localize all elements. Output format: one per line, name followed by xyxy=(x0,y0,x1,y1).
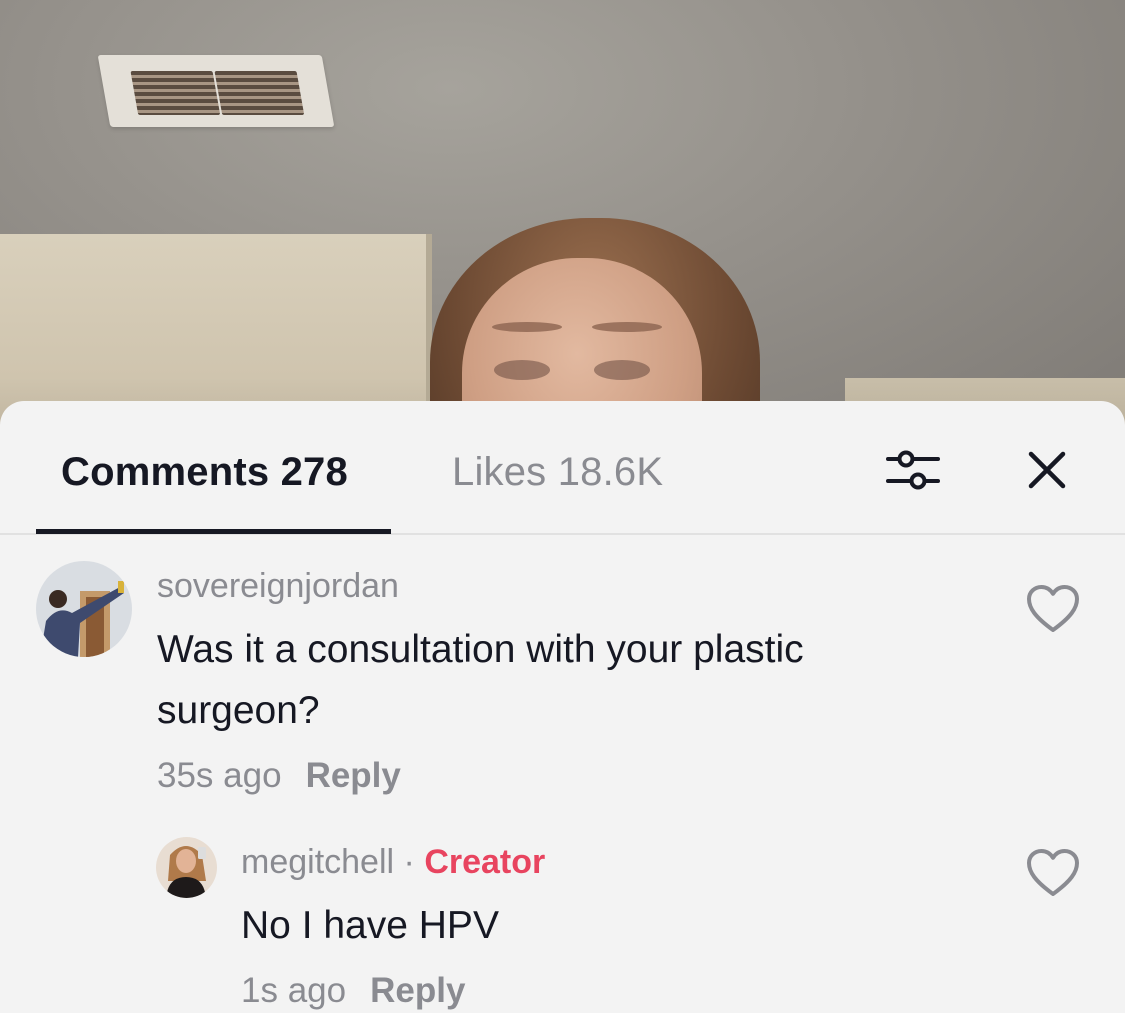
reply-text: No I have HPV xyxy=(241,904,499,947)
comment-username[interactable]: sovereignjordan xyxy=(157,567,399,606)
reply-timestamp: 1s ago xyxy=(241,971,347,1010)
tab-comments[interactable]: Comments 278 xyxy=(61,450,348,495)
like-button[interactable] xyxy=(1025,583,1081,635)
reply-button[interactable]: Reply xyxy=(306,756,401,795)
heart-outline-icon xyxy=(1027,585,1079,632)
sheet-header: Comments 278 Likes 18.6K xyxy=(0,401,1125,535)
reply-username-line: megitchell · Creator xyxy=(241,843,545,882)
video-background xyxy=(0,0,1125,440)
reply-button[interactable]: Reply xyxy=(370,971,465,1010)
avatar-image xyxy=(156,837,217,898)
close-button[interactable] xyxy=(1022,445,1072,495)
creator-badge: Creator xyxy=(424,843,546,881)
eye-left xyxy=(494,360,550,380)
like-button[interactable] xyxy=(1025,847,1081,899)
ceiling-vent xyxy=(97,55,335,127)
separator-dot: · xyxy=(403,843,415,881)
brow-right xyxy=(592,322,662,332)
comment-meta: 35s ago Reply xyxy=(157,756,401,796)
comments-sheet: Comments 278 Likes 18.6K sovereignjordan… xyxy=(0,401,1125,1013)
close-icon xyxy=(1028,451,1066,489)
comment-timestamp: 35s ago xyxy=(157,756,282,795)
active-tab-indicator xyxy=(36,529,391,534)
avatar[interactable] xyxy=(156,837,217,898)
eye-right xyxy=(594,360,650,380)
filter-button[interactable] xyxy=(884,445,942,495)
comment-text: Was it a consultation with your plastic … xyxy=(157,628,804,732)
reply-item: megitchell · Creator No I have HPV 1s ag… xyxy=(0,831,1125,1013)
reply-username[interactable]: megitchell xyxy=(241,843,394,881)
avatar[interactable] xyxy=(36,561,132,657)
avatar-image xyxy=(36,561,132,657)
reply-meta: 1s ago Reply xyxy=(241,971,465,1011)
comment-item: sovereignjordan Was it a consultation wi… xyxy=(0,551,1125,811)
brow-left xyxy=(492,322,562,332)
tab-likes[interactable]: Likes 18.6K xyxy=(452,450,663,495)
heart-outline-icon xyxy=(1027,849,1079,896)
sliders-icon xyxy=(886,450,940,490)
